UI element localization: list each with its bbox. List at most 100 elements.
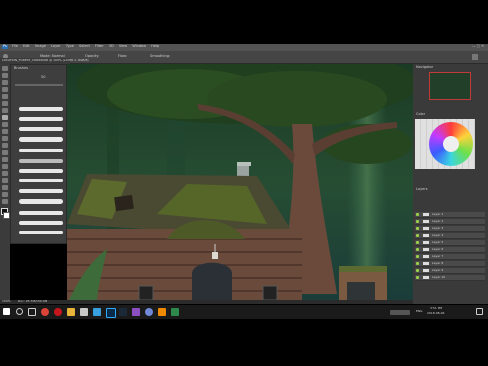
- brush-tool-icon[interactable]: [2, 115, 8, 120]
- layer-name: Layer 1: [432, 212, 444, 216]
- notifications-icon[interactable]: [476, 308, 483, 315]
- photoshop-icon[interactable]: [106, 308, 116, 318]
- gradient-tool-icon[interactable]: [2, 143, 8, 148]
- layer-row[interactable]: Layer 3: [415, 226, 485, 232]
- type-tool-icon[interactable]: [2, 171, 8, 176]
- brush-preset[interactable]: [19, 189, 63, 193]
- zoom-level[interactable]: 100%: [2, 300, 11, 303]
- brush-preset[interactable]: [19, 149, 63, 152]
- menu-3d[interactable]: 3D: [109, 44, 114, 49]
- stamp-tool-icon[interactable]: [2, 122, 8, 127]
- right-panel-dock: Navigator Color Layers Layer 1 Layer 2 L…: [413, 64, 488, 304]
- lasso-tool-icon[interactable]: [2, 80, 8, 85]
- folder-icon[interactable]: [80, 308, 88, 316]
- move-tool-icon[interactable]: [2, 66, 8, 71]
- menu-select[interactable]: Select: [79, 44, 90, 49]
- app-logo[interactable]: Ps: [2, 44, 8, 49]
- layer-row[interactable]: Layer 7: [415, 254, 485, 260]
- menu-window[interactable]: Window: [132, 44, 146, 49]
- eraser-tool-icon[interactable]: [2, 136, 8, 141]
- file-explorer-icon[interactable]: [67, 308, 75, 316]
- navigator-thumbnail[interactable]: [429, 72, 471, 100]
- brush-preset[interactable]: [19, 137, 63, 142]
- steam-icon[interactable]: [119, 308, 127, 316]
- brush-preset[interactable]: [19, 199, 63, 204]
- letterbox-top: [0, 0, 488, 44]
- eye-icon[interactable]: [416, 213, 419, 216]
- menu-layer[interactable]: Layer: [51, 44, 61, 49]
- menu-bar: Ps File Edit Image Layer Type Select Fil…: [0, 44, 488, 51]
- layer-name: Layer 5: [432, 240, 444, 244]
- brush-preset[interactable]: [19, 107, 63, 111]
- eye-icon[interactable]: [416, 241, 419, 244]
- dodge-tool-icon[interactable]: [2, 157, 8, 162]
- notification-tray-icon[interactable]: [390, 310, 410, 315]
- magic-wand-icon[interactable]: [2, 87, 8, 92]
- menu-image[interactable]: Image: [35, 44, 46, 49]
- canvas[interactable]: [67, 64, 413, 304]
- search-icon[interactable]: [16, 308, 23, 315]
- menu-type[interactable]: Type: [66, 44, 74, 49]
- layer-row[interactable]: Layer 4: [415, 233, 485, 239]
- brush-preset[interactable]: [19, 179, 63, 182]
- layer-row[interactable]: Layer 2: [415, 219, 485, 225]
- shape-tool-icon[interactable]: [2, 185, 8, 190]
- brush-preset[interactable]: [19, 221, 63, 225]
- eye-icon[interactable]: [416, 220, 419, 223]
- chrome-icon[interactable]: [41, 308, 49, 316]
- brush-preset[interactable]: [19, 169, 63, 173]
- eye-icon[interactable]: [416, 234, 419, 237]
- app-icon[interactable]: [171, 308, 179, 316]
- menu-filter[interactable]: Filter: [95, 44, 104, 49]
- start-icon[interactable]: [3, 308, 10, 315]
- blur-tool-icon[interactable]: [2, 150, 8, 155]
- menu-edit[interactable]: Edit: [23, 44, 30, 49]
- brush-preset[interactable]: [19, 231, 63, 234]
- zoom-tool-icon[interactable]: [2, 199, 8, 204]
- eye-icon[interactable]: [416, 269, 419, 272]
- brush-preset[interactable]: [19, 127, 63, 131]
- path-select-icon[interactable]: [2, 178, 8, 183]
- brush-preset[interactable]: [19, 117, 63, 121]
- crop-tool-icon[interactable]: [2, 94, 8, 99]
- menu-view[interactable]: View: [119, 44, 127, 49]
- brush-size-slider[interactable]: [15, 84, 63, 86]
- brush-preset[interactable]: [19, 159, 63, 163]
- layers-panel: Layer 1 Layer 2 Layer 3 Layer 4 Layer 5 …: [413, 204, 488, 304]
- layer-row[interactable]: Layer 10: [415, 275, 485, 281]
- eye-icon[interactable]: [416, 262, 419, 265]
- opera-icon[interactable]: [54, 308, 62, 316]
- eye-icon[interactable]: [416, 227, 419, 230]
- document-title: LOCATION_FOREST_CORRIDOR @ 100% (LAYER 1…: [2, 58, 89, 62]
- eye-icon[interactable]: [416, 255, 419, 258]
- vlc-icon[interactable]: [158, 308, 166, 316]
- task-view-icon[interactable]: [28, 308, 36, 316]
- eye-icon[interactable]: [416, 276, 419, 279]
- history-brush-icon[interactable]: [2, 129, 8, 134]
- eyedropper-icon[interactable]: [2, 101, 8, 106]
- app-icon[interactable]: [132, 308, 140, 316]
- layer-row[interactable]: Layer 9: [415, 268, 485, 274]
- discord-icon[interactable]: [145, 308, 153, 316]
- forest-house-artwork: [67, 64, 413, 304]
- pen-tool-icon[interactable]: [2, 164, 8, 169]
- workspace-icon[interactable]: [472, 54, 478, 60]
- eye-icon[interactable]: [416, 248, 419, 251]
- layer-row[interactable]: Layer 8: [415, 261, 485, 267]
- store-icon[interactable]: [93, 308, 101, 316]
- layer-row[interactable]: Layer 6: [415, 247, 485, 253]
- taskbar: ENG 3:51 PM 2018-08-06: [0, 305, 488, 319]
- brush-preset[interactable]: [19, 211, 63, 215]
- layer-row[interactable]: Layer 5: [415, 240, 485, 246]
- brush-size-value[interactable]: 50: [41, 75, 45, 80]
- menu-file[interactable]: File: [12, 44, 18, 49]
- healing-brush-icon[interactable]: [2, 108, 8, 113]
- hand-tool-icon[interactable]: [2, 192, 8, 197]
- menu-help[interactable]: Help: [151, 44, 159, 49]
- background-color-swatch[interactable]: [3, 212, 10, 219]
- window-controls[interactable]: — ▢ ✕: [472, 44, 484, 49]
- marquee-tool-icon[interactable]: [2, 73, 8, 78]
- language-indicator[interactable]: ENG: [416, 310, 422, 313]
- clock-time[interactable]: 3:51 PM: [430, 307, 442, 310]
- layer-row[interactable]: Layer 1: [415, 212, 485, 218]
